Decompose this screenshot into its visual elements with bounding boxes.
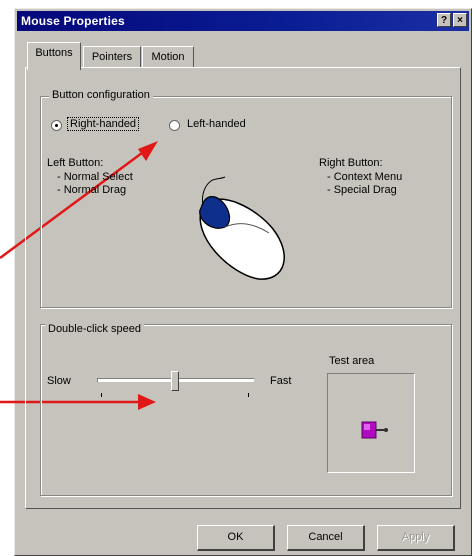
slow-label: Slow [47, 375, 71, 387]
right-handed-label[interactable]: Right-handed [67, 117, 140, 131]
slider-tick-max [248, 393, 249, 397]
right-button-title: Right Button: [319, 157, 383, 169]
left-handed-label[interactable]: Left-handed [187, 118, 246, 130]
left-handed-radio[interactable] [169, 120, 180, 131]
buttons-tab-panel: Button configuration Right-handed Left-h… [25, 67, 461, 509]
jack-in-the-box-icon [361, 421, 388, 439]
right-button-line2: - Special Drag [327, 184, 397, 196]
mouse-properties-dialog: Mouse Properties ? × Buttons Pointers Mo… [14, 8, 472, 556]
double-click-speed-group: Double-click speed Slow Fast Test area [40, 323, 452, 496]
right-handed-radio[interactable] [51, 120, 62, 131]
button-configuration-group: Button configuration Right-handed Left-h… [40, 89, 452, 308]
tab-buttons[interactable]: Buttons [27, 42, 81, 70]
tab-buttons-label: Buttons [35, 47, 73, 59]
test-area-label: Test area [329, 355, 375, 367]
fast-label: Fast [270, 375, 292, 387]
mouse-illustration-icon [199, 176, 285, 280]
left-button-title: Left Button: [47, 157, 104, 169]
slider-tick-min [101, 393, 102, 397]
double-click-speed-label: Double-click speed [45, 323, 144, 335]
right-button-line1: - Context Menu [327, 171, 403, 183]
slider-thumb[interactable] [171, 371, 179, 391]
left-button-line1: - Normal Select [57, 171, 133, 183]
double-click-speed-slider[interactable] [97, 369, 254, 399]
test-area[interactable] [327, 373, 415, 473]
left-button-line2: - Normal Drag [57, 184, 127, 196]
button-configuration-label: Button configuration [49, 89, 153, 101]
